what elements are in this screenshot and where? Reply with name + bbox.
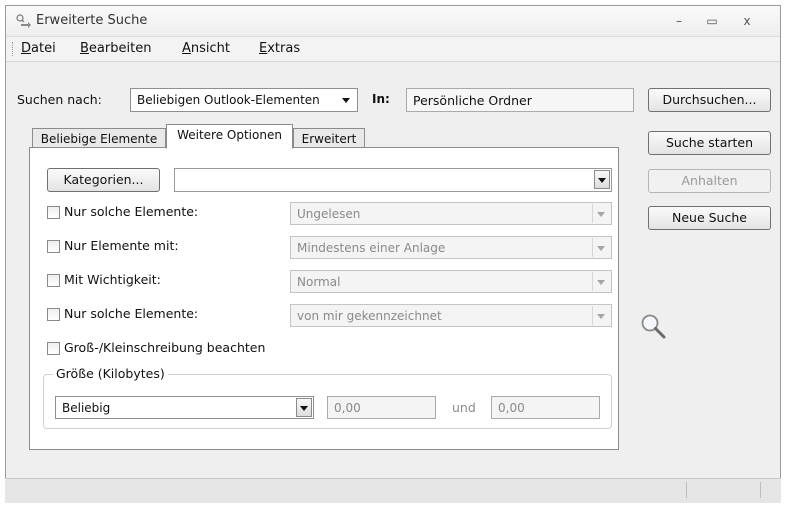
magnifier-icon	[641, 314, 666, 339]
only-with-label: Nur Elemente mit:	[64, 238, 179, 253]
minimize-button[interactable]: –	[666, 11, 692, 31]
categories-button[interactable]: Kategorien...	[47, 168, 160, 192]
menu-datei[interactable]: Datei	[21, 41, 56, 56]
only-items-checkbox[interactable]	[47, 206, 60, 219]
importance-label: Mit Wichtigkeit:	[64, 272, 161, 287]
importance-checkbox[interactable]	[47, 274, 60, 287]
only-with-checkbox[interactable]	[47, 240, 60, 253]
attachment-select[interactable]: Mindestens einer Anlage	[290, 236, 612, 259]
flag-select[interactable]: von mir gekennzeichnet	[290, 304, 612, 327]
status-separator	[686, 482, 687, 498]
read-status-dropdown	[592, 204, 610, 223]
size-to-value: 0,00	[498, 401, 525, 415]
menu-bar: Datei Bearbeiten Ansicht Extras	[6, 36, 780, 62]
window-title: Erweiterte Suche	[36, 13, 148, 28]
chevron-down-icon	[597, 246, 605, 251]
title-bar: Erweiterte Suche – ▭ x	[6, 6, 780, 36]
search-for-label: Suchen nach:	[17, 92, 102, 107]
new-search-button[interactable]: Neue Suche	[648, 206, 771, 230]
search-type-select[interactable]: Beliebigen Outlook-Elementen	[130, 88, 358, 112]
chevron-down-icon	[597, 280, 605, 285]
and-label: und	[452, 400, 476, 415]
flag-checkbox[interactable]	[47, 308, 60, 321]
stop-button[interactable]: Anhalten	[648, 169, 771, 193]
size-mode-dropdown-button[interactable]	[296, 398, 312, 417]
search-type-value: Beliebigen Outlook-Elementen	[137, 93, 320, 107]
chevron-down-icon	[342, 98, 350, 103]
in-label: In:	[372, 92, 390, 106]
browse-button[interactable]: Durchsuchen...	[648, 88, 771, 112]
only-items-label: Nur solche Elemente:	[64, 204, 199, 219]
close-button[interactable]: x	[734, 11, 760, 31]
categories-dropdown-button[interactable]	[594, 170, 610, 189]
chevron-down-icon	[300, 406, 308, 411]
flag-dropdown	[592, 306, 610, 325]
status-separator	[760, 482, 761, 498]
attachment-value: Mindestens einer Anlage	[297, 241, 446, 255]
tab-weitere-optionen[interactable]: Weitere Optionen	[166, 124, 293, 149]
importance-value: Normal	[297, 275, 341, 289]
flag-value: von mir gekennzeichnet	[297, 309, 442, 323]
size-from-value: 0,00	[334, 401, 361, 415]
start-search-button[interactable]: Suche starten	[648, 131, 771, 155]
size-mode-select[interactable]: Beliebig	[55, 396, 314, 419]
menu-bearbeiten[interactable]: Bearbeiten	[80, 41, 151, 56]
chevron-down-icon	[598, 178, 606, 183]
size-to-input[interactable]: 0,00	[491, 396, 600, 419]
size-from-input[interactable]: 0,00	[327, 396, 436, 419]
menu-extras[interactable]: Extras	[259, 41, 300, 56]
location-value: Persönliche Ordner	[413, 93, 532, 108]
chevron-down-icon	[597, 314, 605, 319]
attachment-dropdown	[592, 238, 610, 257]
importance-select[interactable]: Normal	[290, 270, 612, 293]
menu-ansicht[interactable]: Ansicht	[182, 41, 230, 56]
match-case-checkbox[interactable]	[47, 342, 60, 355]
menu-grip	[12, 42, 15, 56]
advanced-find-icon	[16, 14, 31, 28]
read-status-select[interactable]: Ungelesen	[290, 202, 612, 225]
flag-label: Nur solche Elemente:	[64, 306, 199, 321]
read-status-value: Ungelesen	[297, 207, 361, 221]
importance-dropdown	[592, 272, 610, 291]
chevron-down-icon	[597, 212, 605, 217]
size-mode-value: Beliebig	[62, 401, 111, 415]
match-case-label: Groß-/Kleinschreibung beachten	[64, 340, 266, 355]
size-group-title: Größe (Kilobytes)	[53, 366, 168, 381]
categories-select[interactable]	[174, 168, 612, 192]
location-field: Persönliche Ordner	[406, 88, 634, 112]
status-bar	[5, 478, 781, 503]
maximize-button[interactable]: ▭	[699, 11, 725, 31]
